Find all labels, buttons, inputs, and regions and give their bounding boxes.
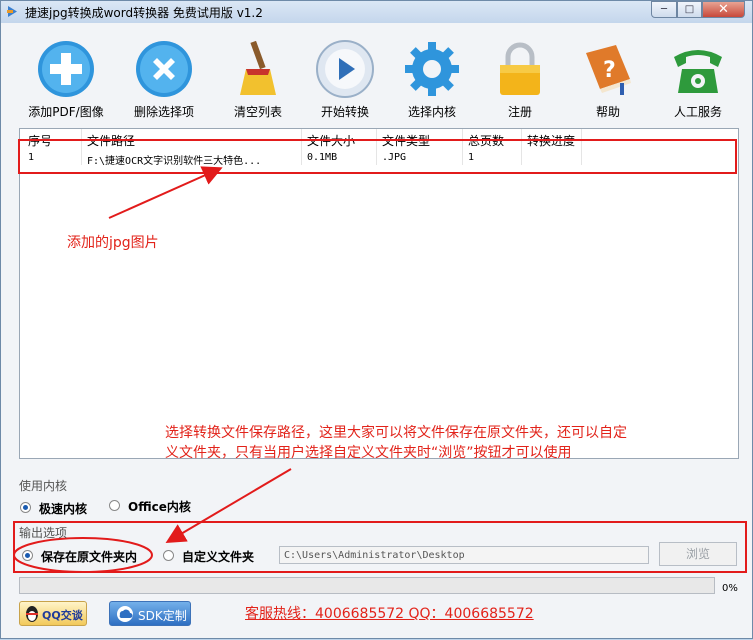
annotation-added-image: 添加的jpg图片 [67,235,159,251]
engine-office-radio[interactable] [109,500,120,511]
conversion-progress-bar [19,577,715,594]
output-group-label: 输出选项 [19,526,68,540]
output-path-field[interactable]: C:\Users\Administrator\Desktop [279,546,649,564]
sdk-cloud-icon [117,606,133,622]
engine-office-label[interactable]: Office内核 [128,498,191,515]
qq-penguin-icon [26,606,38,622]
custom-folder-radio[interactable] [163,550,174,561]
engine-group-label: 使用内核 [19,479,68,493]
sdk-custom-button[interactable]: SDK定制 [109,601,191,626]
browse-button[interactable]: 浏览 [659,542,737,566]
arrow-to-file-row [108,166,223,219]
sdk-custom-label: SDK定制 [138,609,187,623]
save-original-folder-radio[interactable] [22,550,33,561]
progress-percent: 0% [722,583,738,594]
annotation-save-path-line1: 选择转换文件保存路径，这里大家可以将文件保存在原文件夹，还可以自定 [165,425,627,441]
engine-fast-label[interactable]: 极速内核 [39,500,87,517]
save-original-folder-label[interactable]: 保存在原文件夹内 [41,548,137,565]
app-window: 捷速jpg转换成word转换器 免费试用版 v1.2 ─ □ ✕ 添加PDF/图… [0,0,753,639]
qq-chat-button[interactable]: QQ交谈 [19,601,87,626]
service-hotline-link[interactable]: 客服热线：4006685572 QQ：4006685572 [245,603,534,623]
engine-fast-radio[interactable] [20,502,31,513]
custom-folder-label[interactable]: 自定义文件夹 [182,548,254,565]
annotation-save-path-line2: 义文件夹，只有当用户选择自定义文件夹时“浏览”按钮才可以使用 [165,445,572,461]
qq-chat-label: QQ交谈 [42,609,83,622]
